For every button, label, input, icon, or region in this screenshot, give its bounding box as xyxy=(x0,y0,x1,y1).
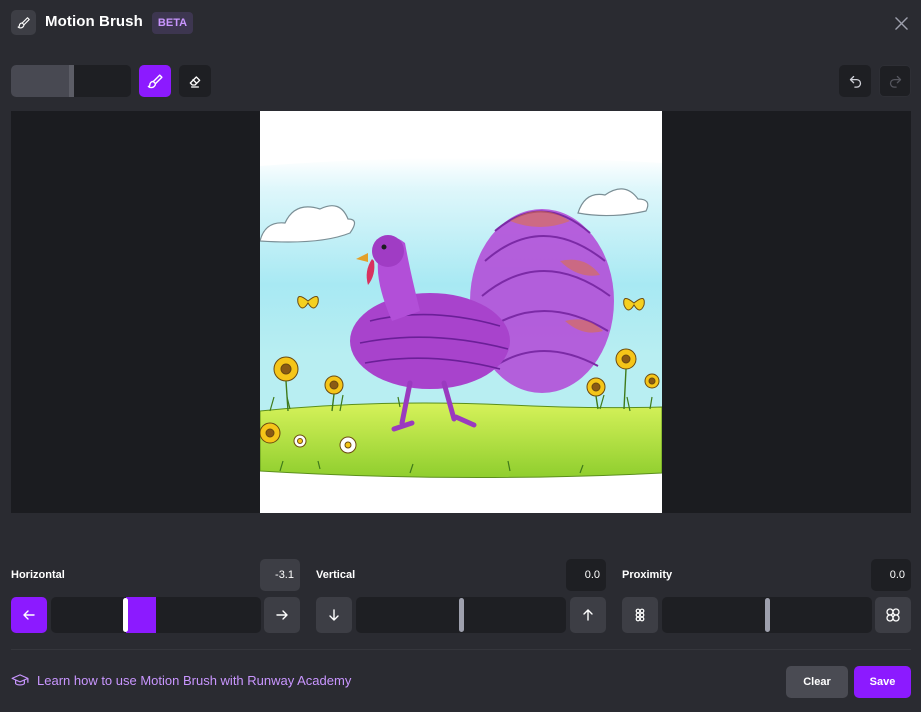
proximity-far-icon xyxy=(886,608,900,622)
page-title: Motion Brush xyxy=(45,13,143,30)
move-left-button[interactable] xyxy=(11,597,47,633)
undo-button[interactable] xyxy=(839,65,871,97)
eraser-tool-button[interactable] xyxy=(179,65,211,97)
learn-link[interactable]: Learn how to use Motion Brush with Runwa… xyxy=(11,673,351,688)
learn-link-text[interactable]: Learn how to use Motion Brush with Runwa… xyxy=(37,673,351,688)
horizontal-slider-handle[interactable] xyxy=(123,598,129,632)
vertical-slider[interactable] xyxy=(356,597,566,633)
proximity-near-button[interactable] xyxy=(622,597,658,633)
horizontal-label: Horizontal xyxy=(11,569,65,581)
proximity-far-button[interactable] xyxy=(875,597,911,633)
vertical-value[interactable]: 0.0 xyxy=(566,559,606,591)
proximity-near-icon xyxy=(635,608,645,622)
redo-button[interactable] xyxy=(879,65,911,97)
vertical-slider-handle[interactable] xyxy=(458,598,464,632)
proximity-slider[interactable] xyxy=(662,597,872,633)
arrow-right-icon xyxy=(276,610,288,620)
brush-icon xyxy=(147,73,163,88)
beta-badge: BETA xyxy=(152,12,193,34)
proximity-slider-handle[interactable] xyxy=(764,598,770,632)
arrow-down-icon xyxy=(329,609,339,621)
motion-brush-canvas[interactable] xyxy=(11,111,911,513)
brush-size-slider[interactable] xyxy=(11,65,131,97)
brush-size-handle[interactable] xyxy=(69,65,74,97)
save-button[interactable]: Save xyxy=(854,666,911,698)
arrow-left-icon xyxy=(23,610,35,620)
source-image[interactable] xyxy=(260,111,662,513)
eraser-icon xyxy=(189,76,201,88)
clear-button[interactable]: Clear xyxy=(786,666,848,698)
move-down-button[interactable] xyxy=(316,597,352,633)
close-icon[interactable] xyxy=(891,13,911,33)
horizontal-slider[interactable] xyxy=(51,597,261,633)
graduation-cap-icon xyxy=(11,673,29,686)
arrow-up-icon xyxy=(583,609,593,621)
vertical-label: Vertical xyxy=(316,569,356,581)
move-right-button[interactable] xyxy=(264,597,300,633)
horizontal-slider-fill xyxy=(125,597,156,633)
redo-icon xyxy=(889,75,901,88)
motion-brush-icon xyxy=(11,10,36,35)
undo-icon xyxy=(849,75,861,88)
proximity-label: Proximity xyxy=(622,569,673,581)
brush-size-fill xyxy=(11,65,69,97)
horizontal-value[interactable]: -3.1 xyxy=(260,559,300,591)
proximity-value[interactable]: 0.0 xyxy=(871,559,911,591)
move-up-button[interactable] xyxy=(570,597,606,633)
footer-divider xyxy=(11,649,911,650)
brush-tool-button[interactable] xyxy=(139,65,171,97)
